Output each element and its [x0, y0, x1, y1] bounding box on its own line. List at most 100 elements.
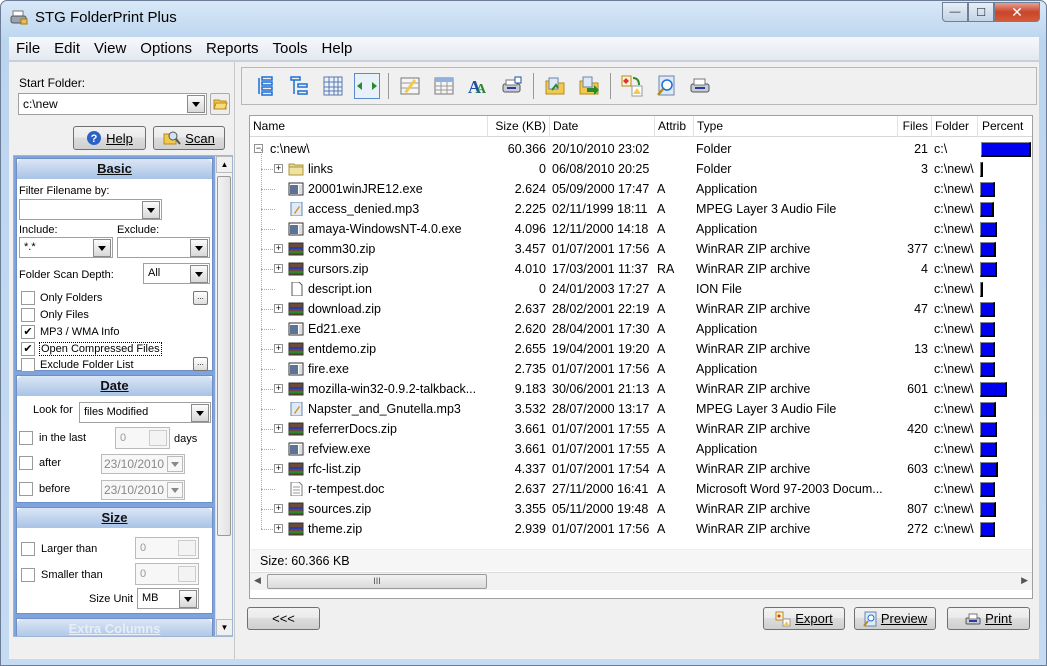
expand-icon[interactable]: + — [274, 304, 283, 313]
expand-icon[interactable]: + — [274, 464, 283, 473]
look-for-combo[interactable]: files Modified — [79, 402, 211, 423]
only-folders-ellipsis-button[interactable]: ... — [193, 291, 208, 305]
col-type-header[interactable]: Type — [694, 116, 898, 137]
table-row[interactable]: − c:\new\ 60.366 20/10/2010 23:02 Folder 21 c:… — [250, 139, 1032, 159]
table-row[interactable]: + cursors.zip 4.010 17/03/2001 11:37 RA WinRA… — [250, 249, 1032, 279]
col-percent-header[interactable]: Percent — [978, 116, 1032, 137]
font-button[interactable]: AA — [465, 73, 491, 99]
folder-scan-depth-combo[interactable]: All — [143, 263, 210, 284]
col-files-header[interactable]: Files — [898, 116, 932, 137]
table-row[interactable]: access_denied.mp3 2.225 02/11/1999 18:11 A M… — [250, 189, 1032, 219]
menu-tools[interactable]: Tools — [266, 40, 315, 57]
table-button[interactable] — [431, 73, 457, 99]
scroll-right-icon[interactable]: ▶ — [1021, 575, 1028, 586]
table-row[interactable]: Ed21.exe 2.620 28/04/2001 17:30 A Applicatio… — [250, 309, 1032, 339]
scan-button[interactable]: Scan — [153, 126, 225, 150]
scroll-down-icon[interactable]: ▼ — [216, 619, 232, 636]
larger-than-checkbox[interactable] — [21, 542, 35, 556]
chevron-down-icon[interactable] — [93, 239, 111, 257]
before-checkbox[interactable] — [19, 482, 33, 496]
export-button[interactable]: Export — [763, 607, 845, 630]
expand-icon[interactable]: + — [274, 384, 283, 393]
table-row[interactable]: + links 0 06/08/2010 20:25 Folder 3 c:\new\ — [250, 149, 1032, 179]
table-row[interactable]: fire.exe 2.735 01/07/2001 17:56 A Applicatio… — [250, 349, 1032, 379]
after-date-picker[interactable]: 23/10/2010 — [101, 454, 185, 474]
expand-icon[interactable]: + — [274, 244, 283, 253]
menu-options[interactable]: Options — [133, 40, 199, 57]
in-the-last-checkbox[interactable] — [19, 431, 33, 445]
expand-all-button[interactable] — [252, 73, 278, 99]
table-row[interactable]: r-tempest.doc 2.637 27/11/2000 16:41 A Micro… — [250, 469, 1032, 499]
highlight-button[interactable] — [397, 73, 423, 99]
smaller-than-checkbox[interactable] — [21, 568, 35, 582]
chevron-down-icon[interactable] — [191, 404, 209, 422]
print-button-bottom[interactable]: Print — [947, 607, 1030, 630]
help-button[interactable]: ? Help — [73, 126, 146, 150]
chevron-down-icon[interactable] — [167, 456, 183, 472]
scroll-up-icon[interactable]: ▲ — [216, 156, 232, 173]
export-report-button[interactable] — [619, 73, 645, 99]
date-group-header[interactable]: Date — [17, 376, 212, 396]
scroll-thumb[interactable]: III — [267, 574, 487, 589]
expand-icon[interactable]: + — [274, 164, 283, 173]
filter-filename-combo[interactable] — [19, 199, 162, 220]
spin-arrows-icon[interactable] — [149, 430, 167, 446]
expand-icon[interactable]: + — [274, 424, 283, 433]
browse-folder-button[interactable] — [210, 93, 230, 115]
preview-button[interactable] — [653, 73, 679, 99]
table-row[interactable]: Napster_and_Gnutella.mp3 3.532 28/07/2000 … — [250, 389, 1032, 419]
chevron-down-icon[interactable] — [179, 590, 197, 608]
larger-than-spinner[interactable]: 0 — [135, 537, 199, 559]
spin-arrows-icon[interactable] — [178, 540, 196, 556]
chevron-down-icon[interactable] — [190, 239, 208, 257]
filter-panel-scrollbar[interactable]: ▲ ▼ — [215, 156, 232, 636]
expand-icon[interactable]: + — [274, 264, 283, 273]
menu-edit[interactable]: Edit — [47, 40, 87, 57]
horizontal-scrollbar[interactable]: ◀ III ▶ — [250, 572, 1032, 590]
collapse-tree-button[interactable] — [286, 73, 312, 99]
table-row[interactable]: + comm30.zip 3.457 01/07/2001 17:56 A WinRAR … — [250, 229, 1032, 259]
export-folder-button[interactable] — [576, 73, 602, 99]
smaller-than-spinner[interactable]: 0 — [135, 563, 199, 585]
spin-arrows-icon[interactable] — [178, 566, 196, 582]
after-checkbox[interactable] — [19, 456, 33, 470]
extra-columns-header[interactable]: Extra Columns — [17, 619, 212, 636]
open-compressed-files-checkbox[interactable]: ✔ — [21, 342, 35, 356]
col-attrib-header[interactable]: Attrib — [655, 116, 694, 137]
chevron-down-icon[interactable] — [142, 201, 160, 219]
include-combo[interactable]: *.* — [19, 237, 113, 258]
table-row[interactable]: + theme.zip 2.939 01/07/2001 17:56 A WinRAR Z… — [250, 509, 1032, 539]
table-row[interactable]: amaya-WindowsNT-4.0.exe 4.096 12/11/2000 1… — [250, 209, 1032, 239]
fit-columns-button[interactable] — [354, 73, 380, 99]
table-row[interactable]: + sources.zip 3.355 05/11/2000 19:48 A WinRAR… — [250, 489, 1032, 519]
table-row[interactable]: + rfc-list.zip 4.337 01/07/2001 17:54 A WinRA… — [250, 449, 1032, 479]
chevron-down-icon[interactable] — [190, 265, 208, 283]
table-row[interactable]: + mozilla-win32-0.9.2-talkback... 9.183 30/… — [250, 369, 1032, 399]
scroll-thumb[interactable] — [217, 176, 231, 536]
print-button[interactable] — [687, 73, 713, 99]
preview-button-bottom[interactable]: Preview — [854, 607, 936, 630]
start-folder-combo[interactable]: c:\new — [18, 93, 207, 115]
exclude-combo[interactable] — [117, 237, 210, 258]
exclude-folder-list-checkbox[interactable] — [21, 358, 35, 372]
grid-view-button[interactable] — [320, 73, 346, 99]
col-date-header[interactable]: Date — [550, 116, 655, 137]
table-row[interactable]: 20001winJRE12.exe 2.624 05/09/2000 17:47 A A… — [250, 169, 1032, 199]
maximize-button[interactable]: ☐ — [968, 2, 994, 22]
table-row[interactable]: refview.exe 3.661 01/07/2001 17:55 A Applica… — [250, 429, 1032, 459]
table-row[interactable]: descript.ion 0 24/01/2003 17:27 A ION File c:… — [250, 269, 1032, 299]
exclude-folder-list-ellipsis-button[interactable]: ... — [193, 357, 208, 371]
chevron-down-icon[interactable] — [167, 482, 183, 498]
before-date-picker[interactable]: 23/10/2010 — [101, 480, 185, 500]
menu-help[interactable]: Help — [315, 40, 360, 57]
only-files-checkbox[interactable] — [21, 308, 35, 322]
close-button[interactable]: ✕ — [994, 2, 1040, 22]
table-row[interactable]: + referrerDocs.zip 3.661 01/07/2001 17:55 A W… — [250, 409, 1032, 439]
menu-view[interactable]: View — [87, 40, 133, 57]
mp3-wma-info-checkbox[interactable]: ✔ — [21, 325, 35, 339]
chevron-down-icon[interactable] — [187, 95, 205, 113]
size-unit-combo[interactable]: MB — [137, 588, 199, 609]
open-folder-button[interactable] — [542, 73, 568, 99]
minimize-button[interactable]: — — [942, 2, 968, 22]
col-size-header[interactable]: Size (KB) — [488, 116, 550, 137]
